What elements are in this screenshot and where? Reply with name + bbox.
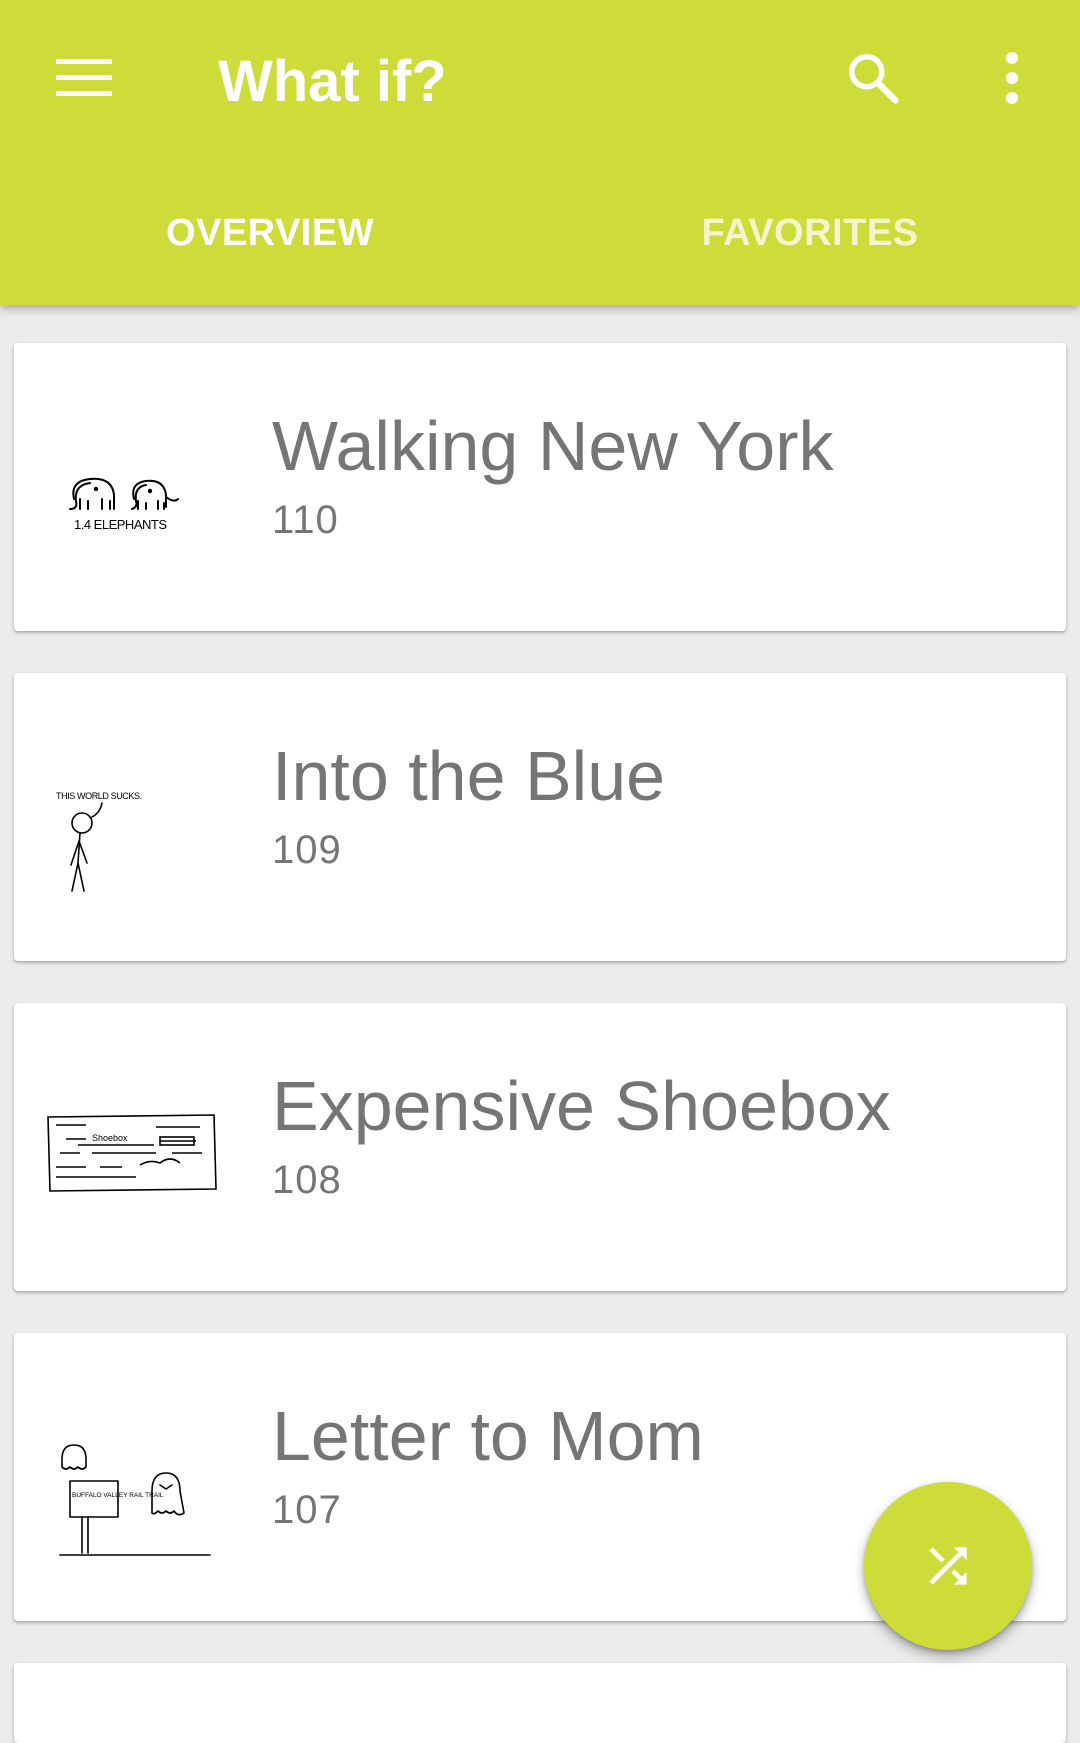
shuffle-icon (929, 1547, 967, 1585)
more-vert-icon (1006, 52, 1018, 104)
article-thumbnail: THIS WORLD SUCKS. (56, 791, 142, 892)
thumbnail-caption: 1.4 ELEPHANTS (74, 517, 167, 532)
article-number: 108 (272, 1158, 342, 1202)
article-title: Expensive Shoebox (272, 1067, 891, 1145)
article-number: 109 (272, 828, 342, 872)
article-title: Letter to Mom (272, 1397, 704, 1475)
overflow-menu-button[interactable] (972, 38, 1052, 118)
search-icon (849, 54, 899, 104)
article-title: Walking New York (272, 407, 834, 485)
tab-favorites[interactable]: FAVORITES (540, 190, 1080, 305)
menu-button[interactable] (38, 38, 130, 118)
article-thumbnail: Shoebox (47, 1114, 217, 1192)
thumbnail-caption: BUFFALO VALLEY RAIL TRAIL (72, 1492, 164, 1499)
tab-overview[interactable]: OVERVIEW (0, 190, 540, 305)
shuffle-button[interactable] (864, 1482, 1032, 1650)
menu-icon (56, 59, 112, 97)
article-thumbnail: 1.4 ELEPHANTS (69, 477, 179, 532)
app-title: What if? (218, 49, 447, 114)
tab-bar: OVERVIEW FAVORITES (0, 190, 1080, 305)
article-card[interactable]: THIS WORLD SUCKS. Into the Blue 109 (14, 673, 1066, 961)
thumbnail-caption: Shoebox (92, 1133, 128, 1143)
article-title: Into the Blue (272, 737, 666, 815)
article-card-partial[interactable] (14, 1663, 1066, 1743)
thumbnail-caption: THIS WORLD SUCKS. (56, 791, 142, 801)
article-number: 110 (272, 498, 339, 542)
app-bar: What if? OVERVIEW FAVORITES (0, 0, 1080, 305)
article-number: 107 (272, 1488, 342, 1532)
article-card[interactable]: 1.4 ELEPHANTS Walking New York 110 (14, 343, 1066, 631)
article-thumbnail: BUFFALO VALLEY RAIL TRAIL (59, 1444, 211, 1556)
search-button[interactable] (833, 38, 913, 118)
article-card[interactable]: Shoebox Expensive Shoebox 108 (14, 1003, 1066, 1291)
